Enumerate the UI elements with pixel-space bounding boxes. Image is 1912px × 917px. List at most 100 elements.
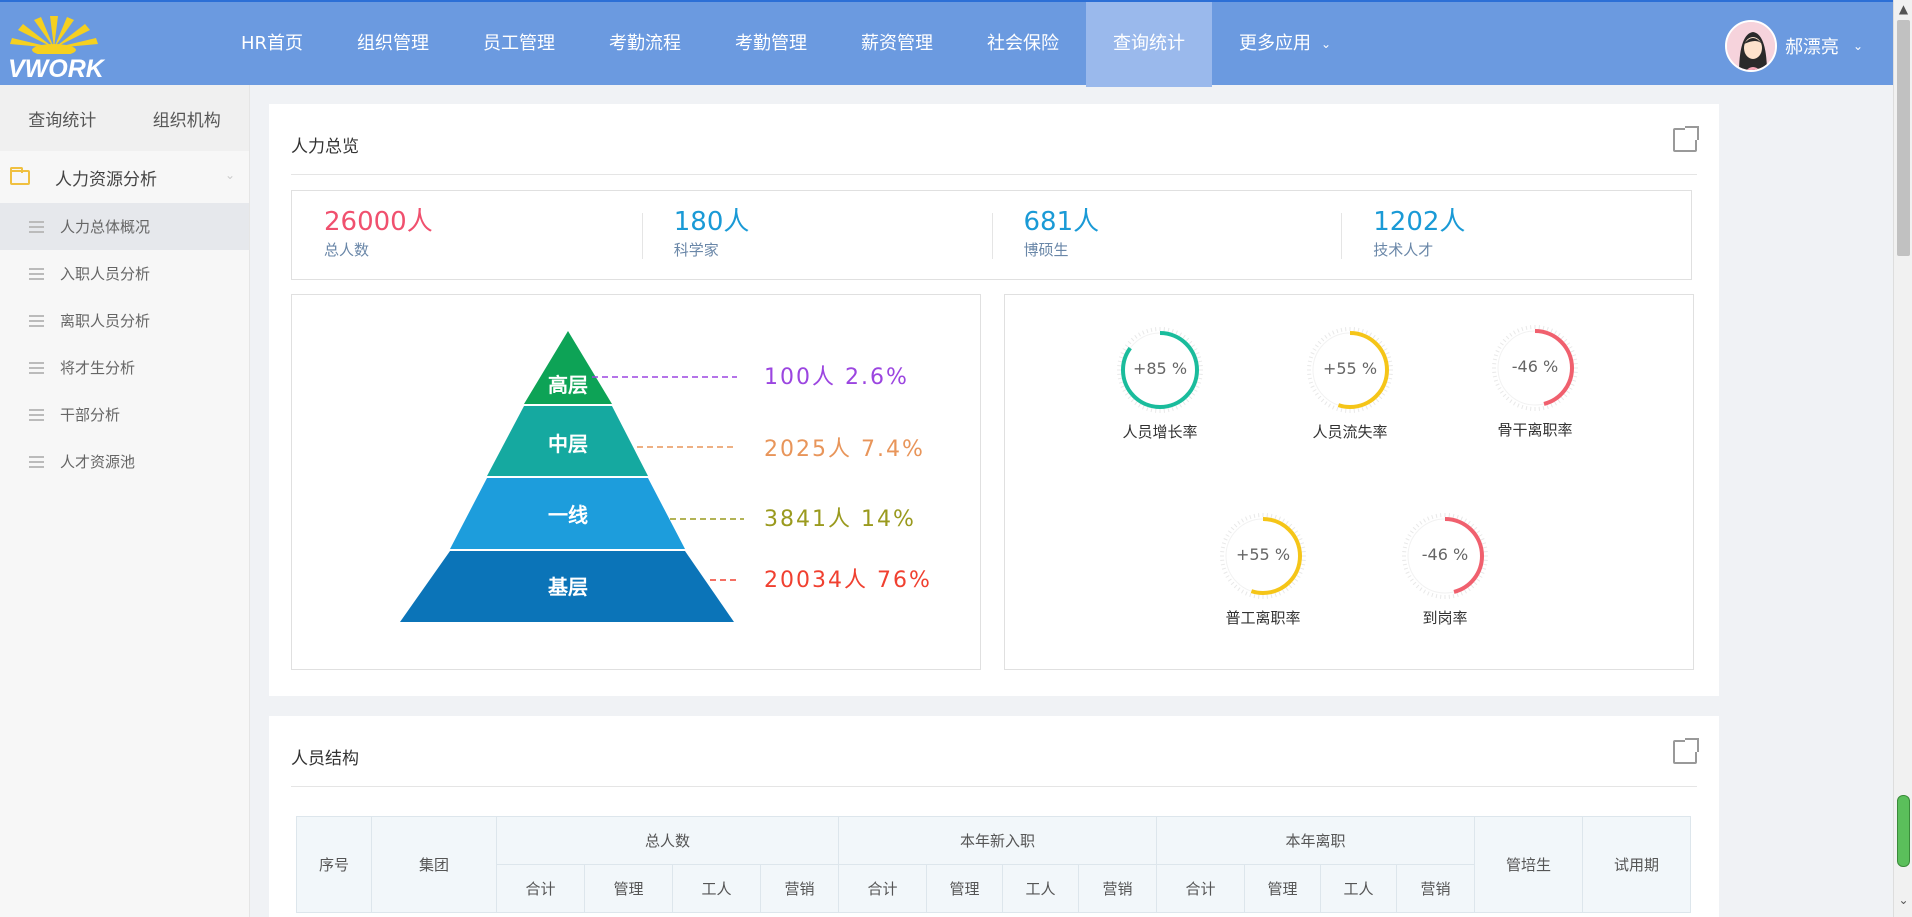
gauge-tick bbox=[1521, 404, 1524, 410]
gauge-tick bbox=[1369, 403, 1372, 408]
gauge-tick bbox=[1312, 389, 1317, 392]
nav-attendance-flow[interactable]: 考勤流程 bbox=[582, 2, 708, 87]
pyramid-chart: 高层 中层 一线 基层 bbox=[400, 331, 744, 622]
gauge-tick bbox=[1415, 584, 1420, 589]
gauge-tick bbox=[1245, 591, 1248, 596]
gauge-tick bbox=[1386, 356, 1392, 359]
top-navbar: VWORK HR首页 组织管理 员工管理 考勤流程 考勤管理 薪资管理 社会保险… bbox=[0, 0, 1893, 87]
gauge-tick bbox=[1452, 513, 1455, 518]
gauge-tick bbox=[1497, 346, 1502, 349]
th-sub-sales: 营销 bbox=[760, 864, 839, 913]
sidebar-item-talent-trainee[interactable]: 将才生分析 bbox=[0, 344, 249, 391]
th-trainee: 管培生 bbox=[1474, 816, 1583, 913]
user-menu[interactable]: 郝漂亮 ⌄ bbox=[1724, 20, 1863, 72]
sidebar-tab-query-stats[interactable]: 查询统计 bbox=[0, 106, 125, 131]
nav-org-management[interactable]: 组织管理 bbox=[330, 2, 456, 87]
scroll-down-arrow-icon[interactable]: ⌄ bbox=[1894, 891, 1912, 909]
gauge-tick bbox=[1146, 406, 1149, 412]
gauge-tick bbox=[1388, 377, 1393, 380]
gauge-tick bbox=[1460, 516, 1463, 521]
gauge-tick bbox=[1191, 344, 1196, 348]
gauge-tick bbox=[1233, 523, 1238, 528]
list-icon bbox=[29, 455, 44, 468]
gauge-tick bbox=[1138, 332, 1141, 337]
gauge-tick bbox=[1130, 337, 1135, 342]
gauge-tick bbox=[1195, 385, 1200, 388]
gauge-tick bbox=[1299, 567, 1305, 570]
expand-icon[interactable] bbox=[1673, 738, 1699, 764]
nav-social-insurance[interactable]: 社会保险 bbox=[960, 2, 1086, 87]
gauge-tick bbox=[1571, 379, 1577, 382]
gauge-tick bbox=[1296, 534, 1301, 537]
chevron-down-icon: ⌄ bbox=[1321, 36, 1332, 51]
stat-total: 26000人 总人数 bbox=[292, 191, 642, 279]
avatar[interactable] bbox=[1724, 20, 1777, 72]
avatar-face-icon bbox=[1726, 22, 1775, 70]
nav-salary-management[interactable]: 薪资管理 bbox=[834, 2, 960, 87]
gauge-tick bbox=[1563, 338, 1568, 343]
sidebar-item-departure[interactable]: 离职人员分析 bbox=[0, 297, 249, 344]
list-icon bbox=[29, 314, 44, 327]
sidebar-item-label: 干部分析 bbox=[60, 406, 121, 424]
sidebar-item-talent-pool[interactable]: 人才资源池 bbox=[0, 438, 249, 485]
gauge-tick bbox=[1225, 575, 1230, 578]
nav-employee-management[interactable]: 员工管理 bbox=[456, 2, 582, 87]
gauge-tick bbox=[1167, 408, 1170, 413]
nav-query-stats[interactable]: 查询统计 bbox=[1086, 2, 1213, 87]
gauge-tick bbox=[1431, 514, 1434, 520]
panel-title: 人员结构 bbox=[291, 749, 359, 769]
gauge-tick bbox=[1146, 328, 1149, 334]
gauge-tick bbox=[1525, 406, 1528, 411]
sidebar-group-hr-analysis[interactable]: 人力资源分析 ⌄ bbox=[0, 151, 249, 203]
th-probation: 试用期 bbox=[1582, 816, 1691, 913]
sidebar-item-onboarding[interactable]: 入职人员分析 bbox=[0, 250, 249, 297]
gauge-tick bbox=[1495, 350, 1500, 353]
gauge-tick bbox=[1554, 401, 1557, 406]
stat-label: 博硕生 bbox=[1023, 241, 1069, 259]
scroll-thumb[interactable] bbox=[1897, 20, 1910, 256]
gauge-tick bbox=[1308, 356, 1314, 359]
gauge-tick bbox=[1179, 403, 1182, 408]
gauge-tick bbox=[1324, 401, 1328, 406]
gauge-tick bbox=[1291, 581, 1296, 586]
gauge-tick bbox=[1525, 325, 1528, 330]
sidebar-item-overall[interactable]: 人力总体概况 bbox=[0, 203, 249, 250]
gauge-tick bbox=[1336, 328, 1339, 334]
gauge-tick bbox=[1357, 327, 1360, 332]
sidebar-item-cadre[interactable]: 干部分析 bbox=[0, 391, 249, 438]
nav-more-apps[interactable]: 更多应用 ⌄ bbox=[1212, 2, 1358, 87]
gauge-tick bbox=[1328, 403, 1331, 408]
gauge-tick bbox=[1138, 403, 1141, 408]
gauge-tick bbox=[1405, 538, 1410, 541]
gauge-tick bbox=[1134, 401, 1138, 406]
gauge-tick bbox=[1223, 571, 1228, 574]
stat-label: 总人数 bbox=[324, 241, 370, 259]
gauge-tick bbox=[1570, 383, 1575, 386]
panel-title: 人力总览 bbox=[291, 137, 359, 157]
gauge-tick bbox=[1403, 567, 1409, 570]
sidebar-tab-org[interactable]: 组织机构 bbox=[125, 106, 250, 131]
scroll-up-arrow-icon[interactable]: ▲ bbox=[1894, 0, 1912, 18]
list-icon bbox=[29, 361, 44, 374]
gauge-tick bbox=[1142, 330, 1145, 335]
gauge-tick bbox=[1470, 584, 1475, 589]
gauge-tick bbox=[1294, 530, 1299, 534]
gauge-tick bbox=[1223, 538, 1228, 541]
page-scrollbar[interactable]: ▲ ⌄ bbox=[1893, 0, 1912, 917]
gauge-tick bbox=[1456, 514, 1459, 520]
th-leavers: 本年离职 bbox=[1156, 816, 1475, 865]
gauge-tick bbox=[1412, 581, 1417, 586]
vwork-logo[interactable]: VWORK bbox=[4, 8, 104, 83]
nav-hr-home[interactable]: HR首页 bbox=[214, 2, 330, 87]
gauge-tick bbox=[1340, 327, 1343, 332]
gauge-tick bbox=[1312, 348, 1317, 351]
divider bbox=[291, 786, 1697, 787]
nav-attendance-management[interactable]: 考勤管理 bbox=[708, 2, 834, 87]
gauge-tick bbox=[1328, 332, 1331, 337]
gauge-tick bbox=[1568, 387, 1573, 390]
gauge-tick bbox=[1298, 538, 1303, 541]
gauge-tick bbox=[1566, 342, 1571, 346]
gauge-tick bbox=[1381, 392, 1386, 396]
expand-icon[interactable] bbox=[1673, 126, 1699, 152]
gauge-tick bbox=[1196, 356, 1202, 359]
